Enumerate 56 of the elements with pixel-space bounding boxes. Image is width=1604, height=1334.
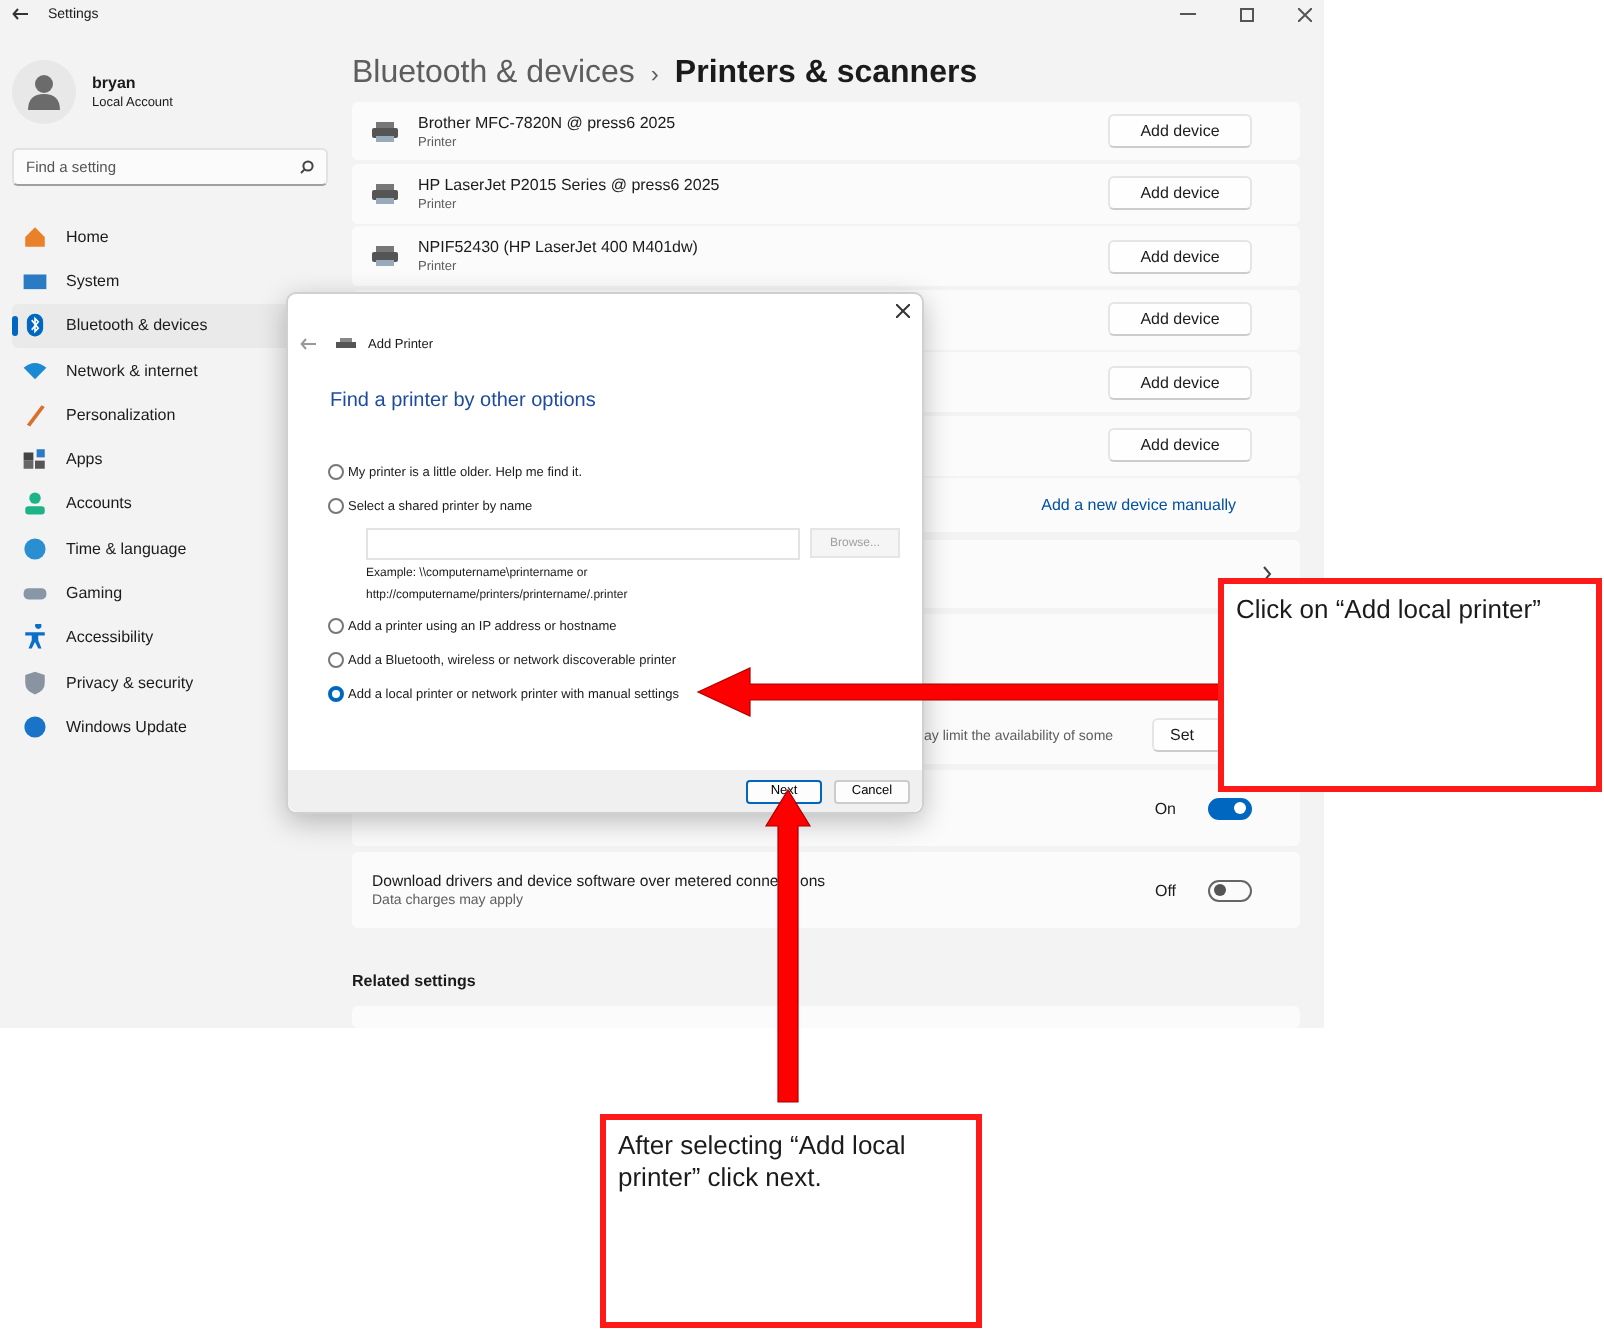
breadcrumb-parent[interactable]: Bluetooth & devices xyxy=(352,56,635,92)
nav-icon xyxy=(22,535,48,562)
nav-item[interactable]: Personalization xyxy=(12,392,328,437)
nav-icon xyxy=(22,669,48,696)
nav-item[interactable]: System xyxy=(12,258,328,304)
nav-item[interactable]: Windows Update xyxy=(12,704,328,750)
avatar xyxy=(12,60,76,124)
nav-icon xyxy=(22,713,48,740)
printer-icon xyxy=(372,246,398,266)
set-button[interactable]: Set xyxy=(1152,718,1224,752)
nav-item[interactable]: Privacy & security xyxy=(12,659,328,705)
back-arrow-icon[interactable] xyxy=(12,8,28,20)
maximize-icon[interactable] xyxy=(1240,7,1254,21)
callout-text: Click on “Add local printer” xyxy=(1236,594,1541,624)
minimize-icon[interactable] xyxy=(1180,8,1196,20)
nav-icon xyxy=(22,312,48,339)
nav-icon xyxy=(22,401,48,428)
nav-item[interactable]: Home xyxy=(12,214,328,259)
nav-item[interactable]: Time & language xyxy=(12,526,328,571)
nav-icon xyxy=(22,624,48,651)
toggle-state-label: On xyxy=(1154,799,1176,817)
toggle-state-label: Off xyxy=(1154,881,1176,899)
nav-icon xyxy=(22,357,48,384)
breadcrumb-separator: › xyxy=(650,60,659,88)
toggle-switch[interactable] xyxy=(1208,797,1252,819)
nav-icon xyxy=(22,446,48,473)
nav-item[interactable]: Apps xyxy=(12,436,328,482)
search-icon xyxy=(300,160,314,174)
printer-name-field[interactable] xyxy=(366,528,800,560)
nav-item[interactable]: Network & internet xyxy=(12,347,328,393)
close-icon[interactable] xyxy=(1298,7,1312,21)
printer-name: Brother MFC-7820N @ press6 2025 xyxy=(418,113,678,131)
add-device-button[interactable]: Add device xyxy=(1108,428,1252,462)
nav-icon xyxy=(22,490,48,517)
close-icon[interactable] xyxy=(896,303,910,317)
callout-text: After selecting “Add local printer” click next. xyxy=(618,1130,906,1192)
printer-icon xyxy=(372,183,398,203)
section-heading: Related settings xyxy=(352,972,478,990)
printer-name: NPIF52430 (HP LaserJet 400 M401dw) xyxy=(418,238,700,256)
toggle-switch[interactable] xyxy=(1208,879,1252,901)
add-device-button[interactable]: Add device xyxy=(1108,365,1252,399)
add-device-button[interactable]: Add device xyxy=(1108,239,1252,273)
user-name: bryan xyxy=(92,74,138,92)
nav-icon xyxy=(22,223,48,250)
printer-name: HP LaserJet P2015 Series @ press6 2025 xyxy=(418,175,722,193)
dialog-heading: Find a printer by other options xyxy=(330,390,598,412)
nav-item[interactable]: Accessibility xyxy=(12,615,328,660)
printer-icon xyxy=(336,338,356,350)
add-device-button[interactable]: Add device xyxy=(1108,302,1252,336)
add-device-button[interactable]: Add device xyxy=(1108,176,1252,210)
nav-item[interactable]: Gaming xyxy=(12,570,328,616)
add-device-button[interactable]: Add device xyxy=(1108,114,1252,148)
nav-item[interactable]: Accounts xyxy=(12,481,328,527)
add-manually-link[interactable]: Add a new device manually xyxy=(1041,496,1236,514)
printer-icon xyxy=(372,121,398,141)
page-title: Printers & scanners xyxy=(674,56,978,92)
